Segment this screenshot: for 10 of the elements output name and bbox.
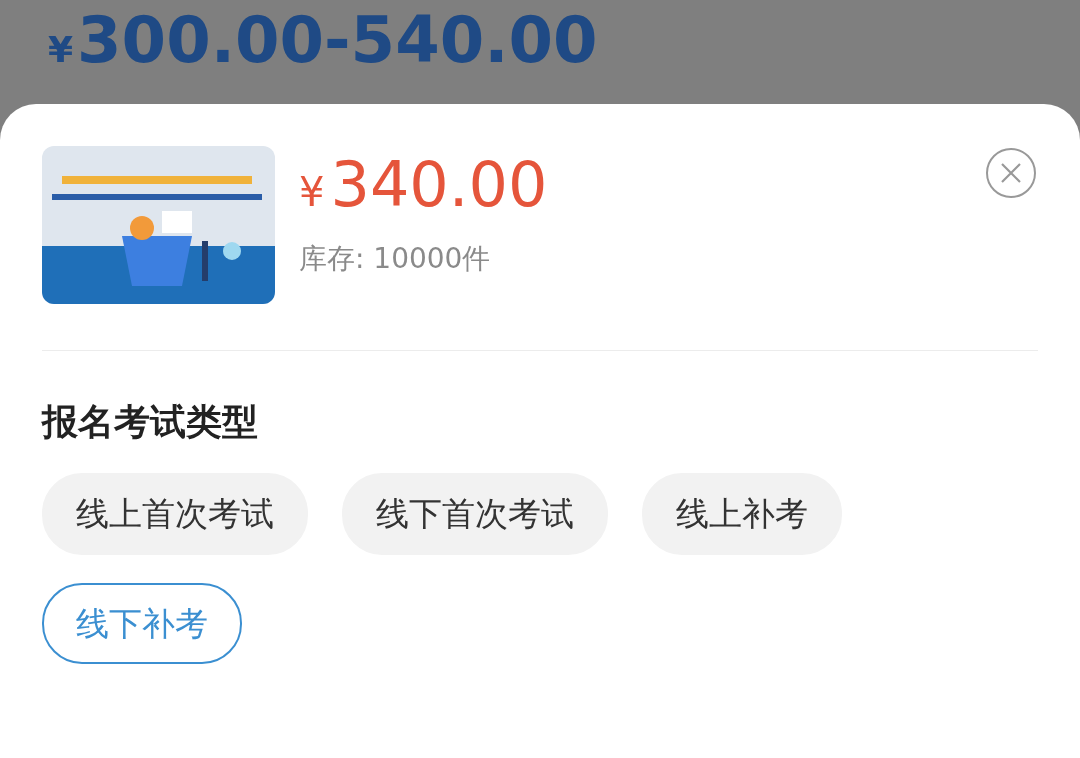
currency-symbol: ¥: [299, 168, 325, 217]
option-chip[interactable]: 线下首次考试: [342, 473, 608, 555]
currency-symbol: ¥: [48, 28, 74, 72]
close-button[interactable]: [984, 146, 1038, 200]
product-price: 340.00: [330, 154, 548, 216]
option-chip[interactable]: 线上补考: [642, 473, 842, 555]
section-title: 报名考试类型: [42, 400, 259, 444]
price-range: 300.00-540.00: [77, 8, 598, 72]
stock-text: 库存: 10000件: [299, 241, 492, 277]
option-chip[interactable]: 线上首次考试: [42, 473, 308, 555]
